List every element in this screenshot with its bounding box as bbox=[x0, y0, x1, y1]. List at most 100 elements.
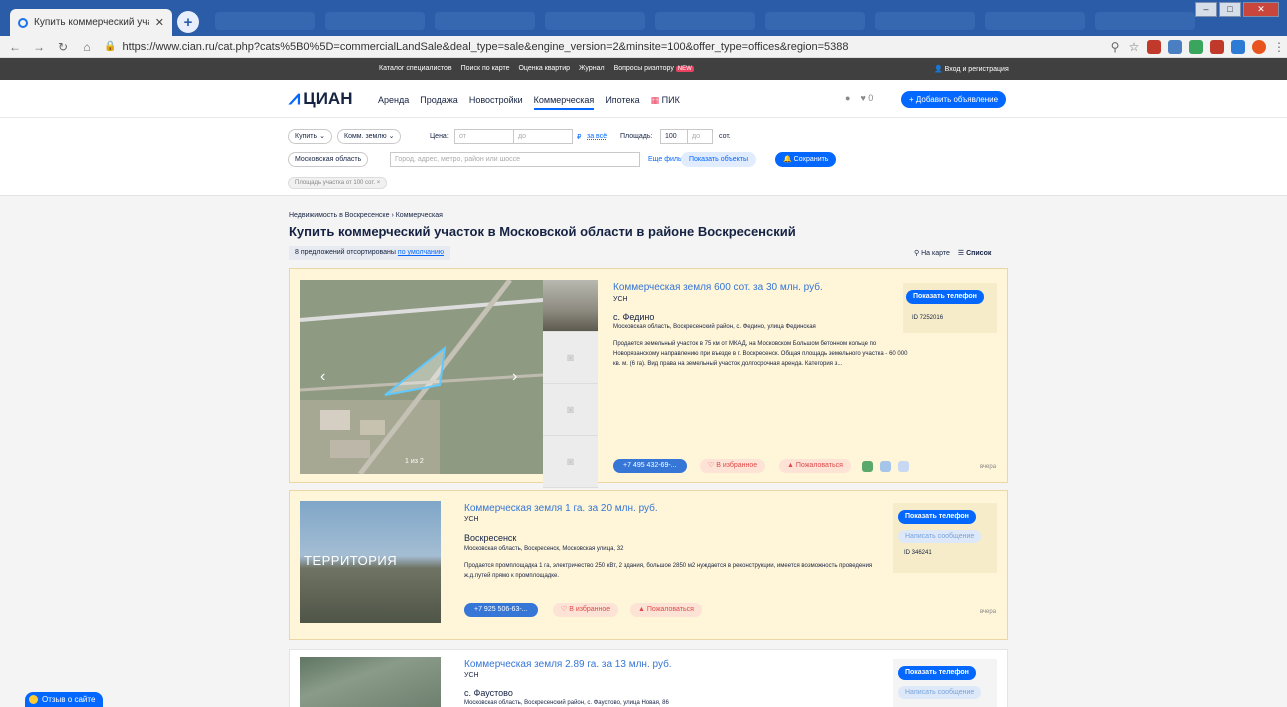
extension-icon[interactable] bbox=[1231, 39, 1245, 54]
zoom-icon[interactable]: ⚲ bbox=[1109, 40, 1121, 54]
phone-button[interactable]: +7 495 432-69-... bbox=[613, 459, 687, 473]
browser-tab[interactable] bbox=[655, 12, 755, 30]
show-phone-button[interactable]: Показать телефон bbox=[906, 290, 984, 304]
send-message-button[interactable]: Написать сообщение bbox=[898, 686, 982, 699]
minimize-icon[interactable]: – bbox=[1195, 2, 1217, 17]
extension-icon[interactable] bbox=[1147, 39, 1161, 54]
area-to-input[interactable]: до bbox=[687, 129, 713, 144]
nav-item-rent[interactable]: Аренда bbox=[378, 95, 409, 110]
topbar-link[interactable]: Оценка квартир bbox=[518, 65, 570, 72]
thumbnail[interactable]: ◙ bbox=[543, 332, 598, 384]
send-message-button[interactable]: Написать сообщение bbox=[898, 530, 982, 543]
browser-tab[interactable] bbox=[325, 12, 425, 30]
next-photo-icon[interactable]: › bbox=[512, 368, 517, 386]
favorite-label: В избранное bbox=[716, 462, 758, 469]
complain-button[interactable]: ▲ Пожаловаться bbox=[630, 603, 702, 617]
more-options-icon[interactable] bbox=[898, 461, 909, 472]
price-from-input[interactable]: от bbox=[454, 129, 514, 144]
price-per-select[interactable]: за всё bbox=[587, 133, 607, 140]
area-from-input[interactable]: 100 bbox=[660, 129, 688, 144]
location-search-input[interactable]: Город, адрес, метро, район или шоссе bbox=[390, 152, 640, 167]
forward-arrow-icon[interactable]: → bbox=[32, 40, 46, 54]
nav-item-mortgage[interactable]: Ипотека bbox=[605, 95, 639, 110]
home-icon[interactable]: ⌂ bbox=[80, 40, 94, 54]
browser-tab[interactable] bbox=[545, 12, 645, 30]
nav-item-new-buildings[interactable]: Новостройки bbox=[469, 95, 523, 110]
close-tab-icon[interactable]: ✕ bbox=[155, 16, 164, 29]
topbar-link[interactable]: Журнал bbox=[579, 65, 605, 72]
document-icon[interactable] bbox=[862, 461, 873, 472]
thumbnail[interactable]: ◙ bbox=[543, 436, 598, 488]
browser-tab[interactable] bbox=[875, 12, 975, 30]
maximize-icon[interactable]: □ bbox=[1219, 2, 1241, 17]
url-text: https://www.cian.ru/cat.php?cats%5B0%5D=… bbox=[122, 40, 849, 53]
topbar-link[interactable]: Каталог специалистов bbox=[379, 65, 452, 72]
view-map-button[interactable]: ⚲ На карте bbox=[914, 249, 950, 257]
topbar-link[interactable]: Вопросы риэлтору NEW bbox=[614, 65, 694, 72]
menu-dots-icon[interactable]: ⋮ bbox=[1273, 40, 1285, 54]
listing-title[interactable]: Коммерческая земля 2.89 га. за 13 млн. р… bbox=[464, 659, 672, 670]
thumbnail[interactable] bbox=[543, 280, 598, 332]
phone-button[interactable]: +7 925 506-63-... bbox=[464, 603, 538, 617]
price-to-input[interactable]: до bbox=[513, 129, 573, 144]
logo[interactable]: ⩘ ЦИАН bbox=[289, 87, 352, 110]
listing-card[interactable]: ‹ › 1 из 2 ◙ ◙ ◙ Коммерческая земля 600 … bbox=[289, 268, 1008, 488]
close-window-icon[interactable]: ✕ bbox=[1243, 2, 1279, 17]
listing-card[interactable]: Коммерческая земля 2.89 га. за 13 млн. р… bbox=[289, 649, 1008, 707]
hide-icon[interactable] bbox=[880, 461, 891, 472]
satellite-map-image bbox=[300, 280, 543, 474]
camera-icon: ◙ bbox=[567, 403, 574, 416]
list-icon: ☰ bbox=[957, 250, 965, 257]
star-icon[interactable]: ☆ bbox=[1128, 40, 1140, 54]
nav-item-pik[interactable]: ▦ ПИК bbox=[651, 95, 680, 110]
topbar-link[interactable]: Поиск по карте bbox=[461, 65, 510, 72]
favorite-button[interactable]: ♡ В избранное bbox=[553, 603, 619, 617]
complain-button[interactable]: ▲ Пожаловаться bbox=[779, 459, 851, 473]
reload-icon[interactable]: ↻ bbox=[56, 40, 70, 54]
new-tab-button[interactable]: + bbox=[177, 11, 199, 33]
browser-tab-active[interactable]: Купить коммерческий участок ✕ bbox=[10, 9, 172, 36]
show-phone-button[interactable]: Показать телефон bbox=[898, 666, 976, 680]
favorite-button[interactable]: ♡ В избранное bbox=[700, 459, 766, 473]
browser-tab[interactable] bbox=[765, 12, 865, 30]
save-search-button[interactable]: 🔔 Сохранить bbox=[775, 152, 837, 167]
back-arrow-icon[interactable]: ← bbox=[8, 40, 22, 54]
view-list-button[interactable]: ☰ Список bbox=[958, 249, 992, 257]
show-objects-button[interactable]: Показать объекты bbox=[681, 152, 757, 167]
chat-icon[interactable]: ● bbox=[845, 93, 850, 103]
add-listing-button[interactable]: + Добавить объявление bbox=[901, 91, 1007, 108]
nav-item-sale[interactable]: Продажа bbox=[420, 95, 458, 110]
user-icon: 👤 bbox=[934, 66, 943, 73]
browser-tab[interactable] bbox=[215, 12, 315, 30]
listing-card[interactable]: ТЕРРИТОРИЯ Коммерческая земля 1 га. за 2… bbox=[289, 490, 1008, 640]
favorites-link[interactable]: ♥ 0 bbox=[860, 93, 873, 103]
listing-photo[interactable]: ТЕРРИТОРИЯ bbox=[300, 501, 441, 623]
login-link[interactable]: 👤 Вход и регистрация bbox=[934, 65, 1009, 73]
profile-avatar[interactable] bbox=[1252, 39, 1266, 54]
listing-title[interactable]: Коммерческая земля 600 сот. за 30 млн. р… bbox=[613, 282, 823, 293]
breadcrumb-item[interactable]: Недвижимость в Воскресенске bbox=[289, 212, 389, 219]
extension-icon[interactable] bbox=[1168, 39, 1182, 54]
listing-title[interactable]: Коммерческая земля 1 га. за 20 млн. руб. bbox=[464, 503, 658, 514]
listing-photo[interactable]: ‹ › 1 из 2 bbox=[300, 280, 543, 474]
prev-photo-icon[interactable]: ‹ bbox=[320, 368, 325, 386]
object-type-select[interactable]: Комм. землю ⌄ bbox=[337, 129, 402, 144]
listing-photo[interactable] bbox=[300, 657, 441, 707]
breadcrumb-item[interactable]: Коммерческая bbox=[396, 212, 443, 219]
thumbnail[interactable]: ◙ bbox=[543, 384, 598, 436]
price-label: Цена: bbox=[430, 133, 449, 140]
browser-tab[interactable] bbox=[1095, 12, 1195, 30]
feedback-button[interactable]: Отзыв о сайте bbox=[25, 692, 104, 707]
url-field[interactable]: 🔒 https://www.cian.ru/cat.php?cats%5B0%5… bbox=[104, 41, 1099, 53]
browser-tab[interactable] bbox=[435, 12, 535, 30]
active-filter-tag[interactable]: Площадь участка от 100 сот. × bbox=[288, 177, 388, 189]
sort-link[interactable]: по умолчанию bbox=[398, 249, 444, 256]
browser-tab[interactable] bbox=[985, 12, 1085, 30]
deal-type-select[interactable]: Купить ⌄ bbox=[288, 129, 332, 144]
nav-item-commercial[interactable]: Коммерческая bbox=[533, 95, 595, 110]
extension-icon[interactable] bbox=[1189, 39, 1203, 54]
region-select[interactable]: Московская область bbox=[288, 152, 369, 167]
currency-select[interactable]: ₽ bbox=[577, 133, 581, 141]
extension-icon[interactable] bbox=[1210, 39, 1224, 54]
show-phone-button[interactable]: Показать телефон bbox=[898, 510, 976, 524]
